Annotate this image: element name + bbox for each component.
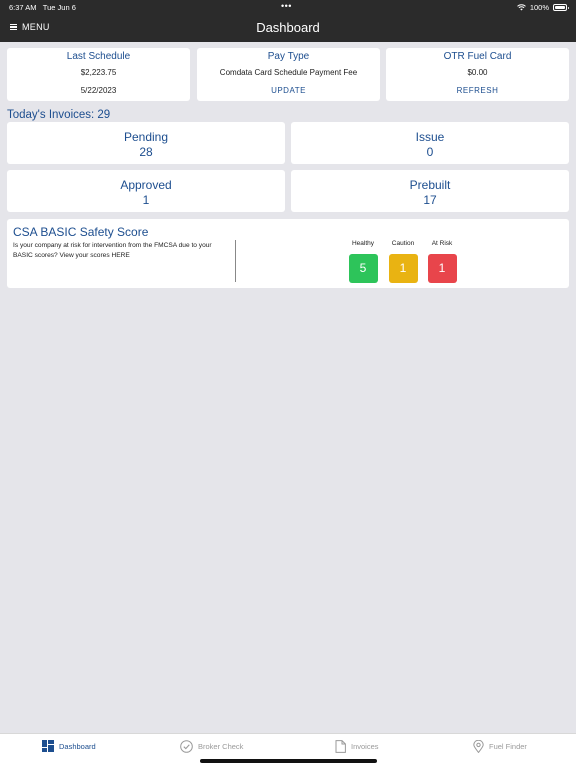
at-risk-score: At Risk 1 (424, 240, 460, 283)
battery-icon (553, 4, 569, 11)
tab-broker-check[interactable]: Broker Check (180, 740, 243, 753)
csa-score-card: CSA BASIC Safety Score Is your company a… (7, 219, 569, 288)
approved-invoices-card[interactable]: Approved 1 (7, 170, 285, 212)
location-pin-icon (473, 740, 484, 753)
status-time: 6:37 AM Tue Jun 6 (9, 3, 76, 12)
fuel-card-card: OTR Fuel Card $0.00 REFRESH (386, 48, 569, 101)
healthy-score: Healthy 5 (345, 240, 381, 283)
pending-label: Pending (123, 130, 169, 144)
wifi-icon (516, 4, 526, 11)
pending-invoices-card[interactable]: Pending 28 (7, 122, 285, 164)
refresh-button[interactable]: REFRESH (386, 86, 569, 95)
pending-count: 28 (139, 145, 153, 159)
prebuilt-count: 17 (423, 193, 437, 207)
csa-description-link[interactable]: Is your company at risk for intervention… (13, 241, 228, 260)
issue-invoices-card[interactable]: Issue 0 (291, 122, 569, 164)
check-circle-icon (180, 740, 193, 753)
fuel-card-title: OTR Fuel Card (443, 51, 512, 62)
at-risk-score-badge[interactable]: 1 (427, 254, 457, 283)
tab-invoices-label: Invoices (351, 742, 379, 751)
tab-dashboard[interactable]: Dashboard (42, 740, 96, 752)
battery-percent: 100% (529, 3, 549, 12)
status-time-text: 6:37 AM (9, 3, 37, 12)
nav-bar: MENU Dashboard (0, 14, 576, 42)
status-right: 100% (516, 3, 569, 12)
update-button[interactable]: UPDATE (197, 86, 380, 95)
prebuilt-invoices-card[interactable]: Prebuilt 17 (291, 170, 569, 212)
tab-fuel-finder[interactable]: Fuel Finder (473, 740, 527, 753)
last-schedule-date: 5/22/2023 (80, 86, 117, 95)
pay-type-card: Pay Type Comdata Card Schedule Payment F… (197, 48, 380, 101)
dashboard-icon (42, 740, 54, 752)
tab-fuel-finder-label: Fuel Finder (489, 742, 527, 751)
document-icon (335, 740, 346, 753)
tab-broker-check-label: Broker Check (198, 742, 244, 751)
approved-label: Approved (120, 178, 172, 192)
last-schedule-amount: $2,223.75 (80, 68, 117, 77)
at-risk-label: At Risk (431, 240, 453, 247)
fuel-card-balance: $0.00 (467, 68, 488, 77)
status-date: Tue Jun 6 (42, 3, 76, 12)
last-schedule-title: Last Schedule (66, 51, 131, 62)
prebuilt-label: Prebuilt (409, 178, 451, 192)
caution-score: Caution 1 (385, 240, 421, 283)
page-title: Dashboard (256, 20, 320, 35)
issue-label: Issue (415, 130, 445, 144)
issue-count: 0 (426, 145, 434, 159)
caution-label: Caution (391, 240, 415, 247)
invoices-heading: Today's Invoices: 29 (7, 109, 111, 121)
csa-title: CSA BASIC Safety Score (13, 225, 149, 239)
pay-type-title: Pay Type (267, 51, 310, 62)
csa-divider (235, 240, 236, 282)
healthy-score-badge[interactable]: 5 (348, 254, 378, 283)
multitasking-dots-icon[interactable]: ••• (281, 1, 292, 11)
home-indicator[interactable] (200, 759, 377, 763)
caution-score-badge[interactable]: 1 (388, 254, 418, 283)
tab-dashboard-label: Dashboard (59, 741, 96, 751)
last-schedule-card: Last Schedule $2,223.75 5/22/2023 (7, 48, 190, 101)
healthy-label: Healthy (351, 240, 375, 247)
tab-invoices[interactable]: Invoices (335, 740, 379, 753)
pay-type-value: Comdata Card Schedule Payment Fee (219, 68, 358, 77)
approved-count: 1 (142, 193, 150, 207)
status-bar: 6:37 AM Tue Jun 6 ••• 100% (0, 0, 576, 14)
